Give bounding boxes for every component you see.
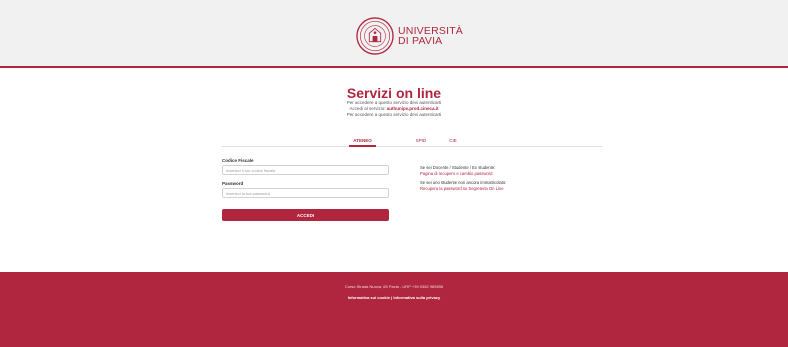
- staff-help: Se sei Docente / Studente / Ex studente:…: [420, 165, 495, 176]
- intro-line-3: Per accedere a questo servizio devi aute…: [346, 112, 442, 117]
- page-title: Servizi on line: [346, 85, 442, 101]
- login-tabs: ATENEO SPID CIE: [221, 135, 603, 147]
- site-header: UNIVERSITÀ DI PAVIA: [0, 0, 788, 66]
- login-page: UNIVERSITÀ DI PAVIA Servizi on line Per …: [0, 0, 788, 347]
- service-prefix: Accedi al servizio:: [349, 106, 386, 111]
- privacy-policy-link[interactable]: Informativa sulla privacy: [393, 295, 440, 300]
- university-seal-icon: [356, 17, 394, 55]
- footer-address: Corso Strada Nuova, 65 Pavia - URP +39 0…: [344, 284, 444, 289]
- password-input[interactable]: [222, 188, 389, 198]
- tab-cie[interactable]: CIE: [431, 138, 457, 143]
- brand-line-2: DI PAVIA: [398, 35, 443, 47]
- fiscal-code-input[interactable]: [222, 165, 389, 175]
- cookie-policy-link[interactable]: Informativa sui cookie: [348, 295, 390, 300]
- header-divider: [0, 66, 788, 68]
- login-button[interactable]: ACCEDI: [222, 209, 389, 221]
- password-label: Password: [222, 181, 244, 186]
- service-name: authunipv.prod.cineca.it: [386, 106, 439, 111]
- tab-ateneo[interactable]: ATENEO: [349, 138, 376, 143]
- university-logo[interactable]: UNIVERSITÀ DI PAVIA: [356, 17, 463, 55]
- tab-spid[interactable]: SPID: [411, 138, 431, 143]
- footer-links: Informativa sui cookie | Informativa sul…: [0, 295, 788, 300]
- new-student-help: Se sei uno studente non ancora immatrico…: [420, 180, 506, 191]
- active-tab-indicator: [349, 145, 376, 147]
- password-recovery-link[interactable]: Pagina di recupero e cambio password: [420, 171, 492, 176]
- segreteria-recovery-link[interactable]: Recupera la password su Segreteria On Li…: [420, 186, 504, 191]
- fiscal-code-label: Codice Fiscale: [222, 158, 254, 163]
